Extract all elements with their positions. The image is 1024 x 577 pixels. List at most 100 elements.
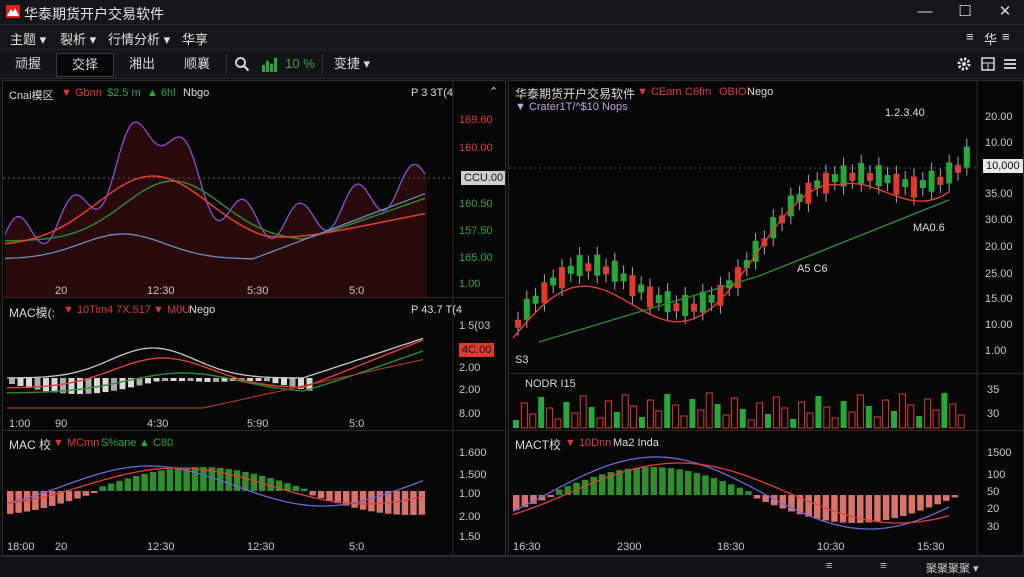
macd-bar <box>917 495 924 511</box>
macd-bar <box>326 491 333 501</box>
chart-panel-right-top[interactable]: 华泰期货开户交易软件 ▼ CEam C6fm OBIO Nego ▼ Crate… <box>508 80 1024 374</box>
macd-bar <box>685 471 692 495</box>
volume-bar <box>848 411 856 429</box>
macd-bar <box>74 491 81 499</box>
histogram-bar <box>272 378 279 384</box>
y-tick: 1 5(03 <box>459 320 491 332</box>
histogram-bar <box>34 378 41 390</box>
volume-bar <box>882 399 890 429</box>
chart-panel-right-volume[interactable]: NODR I15 35 30 <box>508 373 1024 431</box>
histogram-bar <box>264 378 270 382</box>
annotation: A5 C6 <box>797 263 828 275</box>
volume-bar <box>588 407 595 428</box>
signal-bar <box>266 60 269 72</box>
legend-title: MACT校 <box>515 438 561 452</box>
macd-bar <box>719 481 726 495</box>
candle-body <box>699 291 706 313</box>
volume-bar <box>705 392 713 429</box>
legend-item: Nego <box>747 86 774 98</box>
chart-panel-left-bottom[interactable]: MAC 校 ▼ MCmn S%ane ▲ C80 1.600 1.500 1.0… <box>2 430 506 556</box>
maximize-button[interactable]: ☐ <box>946 0 984 24</box>
tab-4[interactable]: 顺襄 <box>174 53 220 75</box>
candle-body <box>620 273 627 282</box>
candle-body <box>664 291 671 313</box>
tab-1[interactable]: 顽握 <box>8 53 48 75</box>
chart-title: 华泰期货开户交易软件 <box>515 87 636 101</box>
candle-body <box>655 294 662 303</box>
volume-bar <box>646 399 654 429</box>
tab-3[interactable]: 湘出 <box>122 53 162 75</box>
macd-bar <box>250 473 258 491</box>
macd-bar <box>805 495 812 517</box>
volume-bar <box>856 394 864 429</box>
menu-icon[interactable] <box>1002 56 1018 72</box>
y-tick: 10.00 <box>985 137 1013 149</box>
volume-bar <box>739 409 746 428</box>
chart-panel-left-mid[interactable]: MAC模(: ▼ 10Tim 4 7X.517 ▼ M0U Nego P 43.… <box>2 297 506 431</box>
status-dropdown[interactable]: 聚聚聚聚 ▾ <box>926 560 979 576</box>
mac-chart[interactable] <box>3 298 505 430</box>
candle-body <box>875 165 882 187</box>
legend-item: $2.5 m <box>107 87 141 99</box>
menu-more-icon[interactable]: ≡ <box>1002 29 1010 44</box>
macd-bar <box>839 495 847 523</box>
macd-bar <box>865 495 873 523</box>
minimize-button[interactable]: — <box>906 0 944 24</box>
candle-body <box>849 172 856 181</box>
price-chart[interactable] <box>3 81 505 297</box>
candlestick-chart[interactable] <box>509 81 1023 373</box>
chart-panel-right-bottom[interactable]: MACT校 ▼ 10Dnn Ma2 Inda 1500 100 50 20 30… <box>508 430 1024 556</box>
menu-theme[interactable]: 主题 ▾ <box>10 29 46 48</box>
macd-bar <box>292 485 300 491</box>
legend-item: ▼ 10Tim <box>63 304 108 316</box>
macd-chart-right[interactable] <box>509 431 1023 555</box>
volume-bar <box>949 403 957 429</box>
candle-body <box>902 179 909 188</box>
volume-bar <box>664 394 671 428</box>
status-icon[interactable]: ≡ <box>826 560 832 572</box>
x-tick: 90 <box>55 418 68 430</box>
macd-bar <box>624 468 632 495</box>
candle-body <box>576 255 583 277</box>
x-tick: 5:0 <box>349 285 365 297</box>
volume-bar <box>621 394 629 429</box>
menu-huaxiang[interactable]: 华享 <box>182 29 208 48</box>
y-tick: 8.00 <box>459 408 481 420</box>
macd-chart[interactable] <box>3 431 505 555</box>
candle-body <box>594 254 601 276</box>
macd-bar <box>951 495 959 498</box>
macd-bar <box>225 468 232 491</box>
histogram-bar <box>43 378 49 392</box>
status-icon[interactable]: ≡ <box>880 560 886 572</box>
candle-body <box>858 162 865 184</box>
menu-list-icon[interactable]: ≡ <box>966 29 974 44</box>
macd-bar <box>650 467 658 495</box>
menu-analysis[interactable]: 裂析 ▾ <box>60 29 96 48</box>
macd-bar <box>693 473 701 495</box>
menu-market-analysis[interactable]: 行情分析 ▾ <box>108 29 170 48</box>
chevron-up-icon[interactable]: ⌃ <box>489 85 498 98</box>
x-tick: 5:0 <box>349 541 365 553</box>
histogram-bar <box>196 378 202 382</box>
candle-body <box>937 176 944 185</box>
signal-bar <box>270 63 273 72</box>
close-button[interactable]: ✕ <box>986 0 1024 24</box>
y-tick: 157.50 <box>459 225 493 237</box>
mode-dropdown[interactable]: 变捷 ▾ <box>330 53 374 75</box>
macd-bar <box>317 491 325 499</box>
candle-body <box>831 174 838 183</box>
layout-icon[interactable] <box>980 56 996 72</box>
x-tick: 20 <box>55 285 68 297</box>
volume-chart[interactable] <box>509 374 1023 430</box>
gear-icon[interactable] <box>956 56 972 72</box>
menu-right-label[interactable]: 华 <box>984 29 997 48</box>
macd-bar <box>124 478 132 491</box>
macd-bar <box>745 491 752 495</box>
chart-panel-left-top[interactable]: Cnai模区 ▼ Gbnn $2.5 m ▲ 6hl Nbgo P 3 3T(4… <box>2 80 506 298</box>
macd-bar <box>882 495 890 520</box>
volume-bar <box>672 404 680 429</box>
tab-2[interactable]: 交择 <box>56 53 114 77</box>
volume-bar <box>840 401 847 428</box>
search-icon[interactable] <box>234 56 250 72</box>
legend-subtitle: ▼ Crater1T/^$10 Nops <box>515 101 628 113</box>
